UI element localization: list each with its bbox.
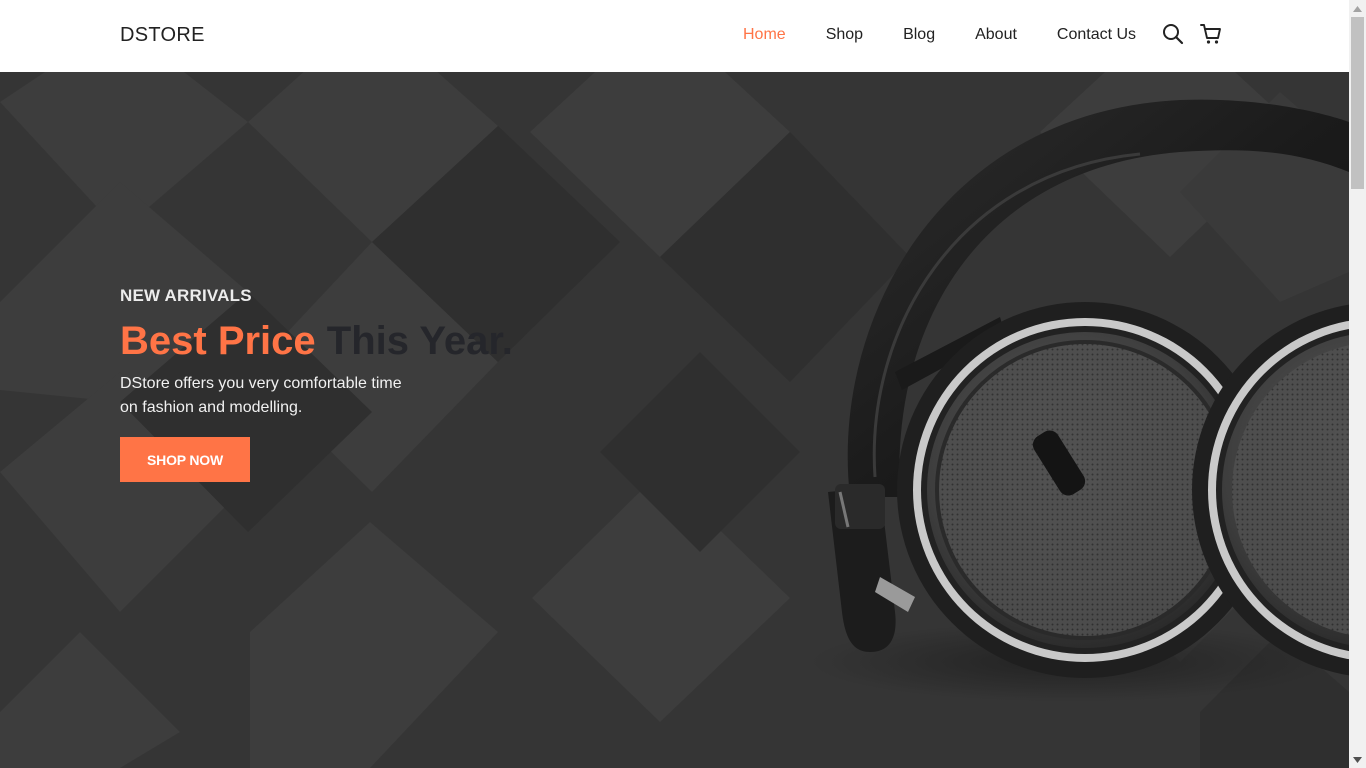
nav-link-blog[interactable]: Blog xyxy=(903,26,935,44)
scroll-down-arrow-icon[interactable] xyxy=(1349,751,1366,768)
hero-description: DStore offers you very comfortable time … xyxy=(120,372,420,420)
hero-headline: Best Price This Year. xyxy=(120,318,513,364)
scrollbar-thumb[interactable] xyxy=(1351,17,1364,189)
hero-eyebrow: NEW ARRIVALS xyxy=(120,286,252,305)
nav-link-shop[interactable]: Shop xyxy=(826,26,863,44)
main-nav: Home Shop Blog About Contact Us xyxy=(743,26,1136,44)
headline-rest: This Year. xyxy=(326,319,513,363)
hero-description-line-2: on fashion and modelling. xyxy=(120,399,303,416)
shop-now-button[interactable]: SHOP NOW xyxy=(120,437,250,482)
site-header: DSTORE Home Shop Blog About Contact Us xyxy=(0,0,1349,72)
nav-link-about[interactable]: About xyxy=(975,26,1017,44)
scroll-up-arrow-icon[interactable] xyxy=(1349,0,1366,17)
search-icon[interactable] xyxy=(1161,22,1185,46)
nav-link-home[interactable]: Home xyxy=(743,26,786,44)
site-logo[interactable]: DSTORE xyxy=(120,24,205,47)
cart-icon[interactable] xyxy=(1199,22,1223,46)
headline-highlight: Best Price xyxy=(120,319,316,363)
hero-description-line-1: DStore offers you very comfortable time xyxy=(120,375,402,392)
hero-banner: NEW ARRIVALS Best Price This Year. DStor… xyxy=(0,72,1349,768)
hero-content: NEW ARRIVALS Best Price This Year. DStor… xyxy=(120,286,513,482)
nav-link-contact[interactable]: Contact Us xyxy=(1057,26,1136,44)
headphones-product-image xyxy=(810,99,1349,702)
page-scrollbar[interactable] xyxy=(1349,0,1366,768)
